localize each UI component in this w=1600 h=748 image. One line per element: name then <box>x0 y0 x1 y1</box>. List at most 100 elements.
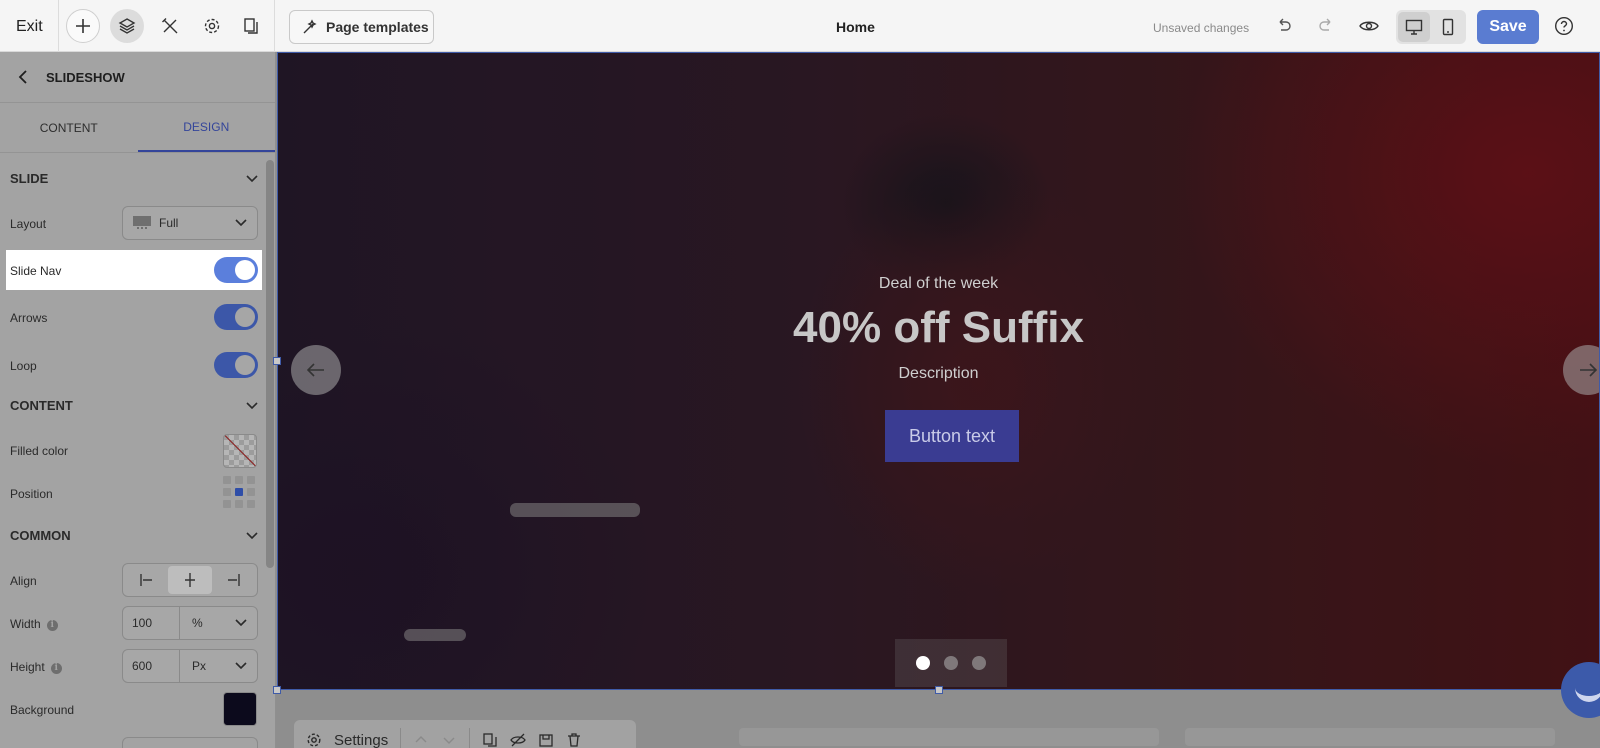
desktop-view-button[interactable] <box>1398 12 1430 42</box>
slide-subtitle[interactable]: Deal of the week <box>278 275 1599 293</box>
help-icon <box>1554 16 1574 36</box>
position-cell[interactable] <box>247 488 255 496</box>
width-unit-value: % <box>192 616 203 630</box>
align-center-icon <box>184 573 195 587</box>
background-color-swatch[interactable] <box>223 692 257 726</box>
align-left-button[interactable] <box>125 566 168 594</box>
slide-cta-button[interactable]: Button text <box>885 410 1019 462</box>
help-button[interactable] <box>1547 9 1581 43</box>
chevron-down-icon <box>246 531 258 539</box>
align-left-icon <box>139 574 152 586</box>
plus-icon <box>76 19 90 33</box>
section-content-title: CONTENT <box>10 398 73 413</box>
height-label-wrap: Height i <box>10 660 62 674</box>
position-cell[interactable] <box>223 500 231 508</box>
settings-label[interactable]: Settings <box>334 732 388 748</box>
width-label-wrap: Width i <box>10 617 58 631</box>
section-common-header[interactable]: COMMON <box>10 528 258 543</box>
save-block-icon[interactable] <box>538 732 554 748</box>
loop-toggle[interactable] <box>214 352 258 378</box>
info-icon[interactable]: i <box>50 663 62 674</box>
width-control: 100 % <box>122 606 258 640</box>
back-chevron-icon[interactable] <box>18 70 28 84</box>
height-input[interactable]: 600 <box>123 650 180 682</box>
tools-icon <box>162 18 178 34</box>
position-cell[interactable] <box>247 476 255 484</box>
align-right-button[interactable] <box>212 566 255 594</box>
section-content-header[interactable]: CONTENT <box>10 398 258 413</box>
page-templates-button[interactable]: Page templates <box>289 10 434 44</box>
redo-button[interactable] <box>1309 9 1343 43</box>
height-unit-select[interactable]: Px <box>180 659 257 673</box>
properties-panel: SLIDESHOW CONTENT DESIGN SLIDE Layout Fu… <box>0 52 276 748</box>
width-label: Width <box>10 617 41 631</box>
width-unit-select[interactable]: % <box>180 616 257 630</box>
settings-button[interactable] <box>195 9 229 43</box>
pages-button[interactable] <box>234 9 268 43</box>
resize-handle-left[interactable] <box>273 357 281 365</box>
chevron-down-icon <box>246 174 258 182</box>
previous-slide-button[interactable] <box>291 345 341 395</box>
hide-icon[interactable] <box>510 732 526 748</box>
arrows-toggle[interactable] <box>214 304 258 330</box>
slide-dot[interactable] <box>944 656 958 670</box>
slide-dot-active[interactable] <box>916 656 930 670</box>
chevron-down-icon <box>235 219 247 227</box>
page-templates-label: Page templates <box>326 19 429 35</box>
position-cell[interactable] <box>235 500 243 508</box>
panel-title: SLIDESHOW <box>46 69 125 85</box>
align-right-icon <box>228 574 241 586</box>
arrows-label: Arrows <box>10 311 48 325</box>
gear-icon <box>204 18 220 34</box>
section-slide-header[interactable]: SLIDE <box>10 171 258 186</box>
position-cell[interactable] <box>235 476 243 484</box>
loop-label: Loop <box>10 359 37 373</box>
layout-select[interactable]: Full <box>122 206 258 240</box>
height-control: 600 Px <box>122 649 258 683</box>
align-control <box>122 563 258 597</box>
next-field-partial[interactable] <box>122 737 258 748</box>
gear-icon[interactable] <box>306 732 322 748</box>
width-input[interactable]: 100 <box>123 607 180 639</box>
height-unit-value: Px <box>192 659 207 673</box>
slide-description[interactable]: Description <box>278 365 1599 383</box>
save-button[interactable]: Save <box>1477 10 1539 44</box>
slide-dot[interactable] <box>972 656 986 670</box>
slide-title[interactable]: 40% off Suffix <box>278 303 1599 353</box>
slide-nav-toggle[interactable] <box>214 257 258 283</box>
tab-content[interactable]: CONTENT <box>0 103 138 152</box>
delete-icon[interactable] <box>566 732 582 748</box>
layers-icon <box>118 18 136 34</box>
arrow-right-icon <box>1580 363 1597 377</box>
unsaved-status: Unsaved changes <box>1153 21 1250 35</box>
position-cell[interactable] <box>223 488 231 496</box>
move-down-icon[interactable] <box>441 732 457 748</box>
mobile-icon <box>1442 18 1454 36</box>
position-cell-selected[interactable] <box>235 488 243 496</box>
undo-button[interactable] <box>1267 9 1301 43</box>
resize-handle-bottom-left[interactable] <box>273 686 281 694</box>
mobile-view-button[interactable] <box>1432 12 1464 42</box>
preview-button[interactable] <box>1352 9 1386 43</box>
slideshow-slide[interactable]: Deal of the week 40% off Suffix Descript… <box>277 52 1600 690</box>
info-icon[interactable]: i <box>46 620 58 631</box>
position-cell[interactable] <box>223 476 231 484</box>
position-label: Position <box>10 487 53 501</box>
page-title[interactable]: Home <box>836 19 875 35</box>
align-center-button[interactable] <box>168 566 212 594</box>
filled-color-swatch[interactable] <box>223 434 257 468</box>
height-label: Height <box>10 660 45 674</box>
panel-tabs: CONTENT DESIGN <box>0 103 275 153</box>
section-common-title: COMMON <box>10 528 71 543</box>
tools-button[interactable] <box>153 9 187 43</box>
move-up-icon[interactable] <box>413 732 429 748</box>
eye-icon <box>1359 21 1379 31</box>
layers-button[interactable] <box>110 9 144 43</box>
exit-button[interactable]: Exit <box>16 18 43 36</box>
resize-handle-bottom[interactable] <box>935 686 943 694</box>
position-picker[interactable] <box>223 476 257 510</box>
duplicate-icon[interactable] <box>482 732 498 748</box>
add-element-button[interactable] <box>66 9 100 43</box>
tab-design[interactable]: DESIGN <box>137 103 275 152</box>
position-cell[interactable] <box>247 500 255 508</box>
